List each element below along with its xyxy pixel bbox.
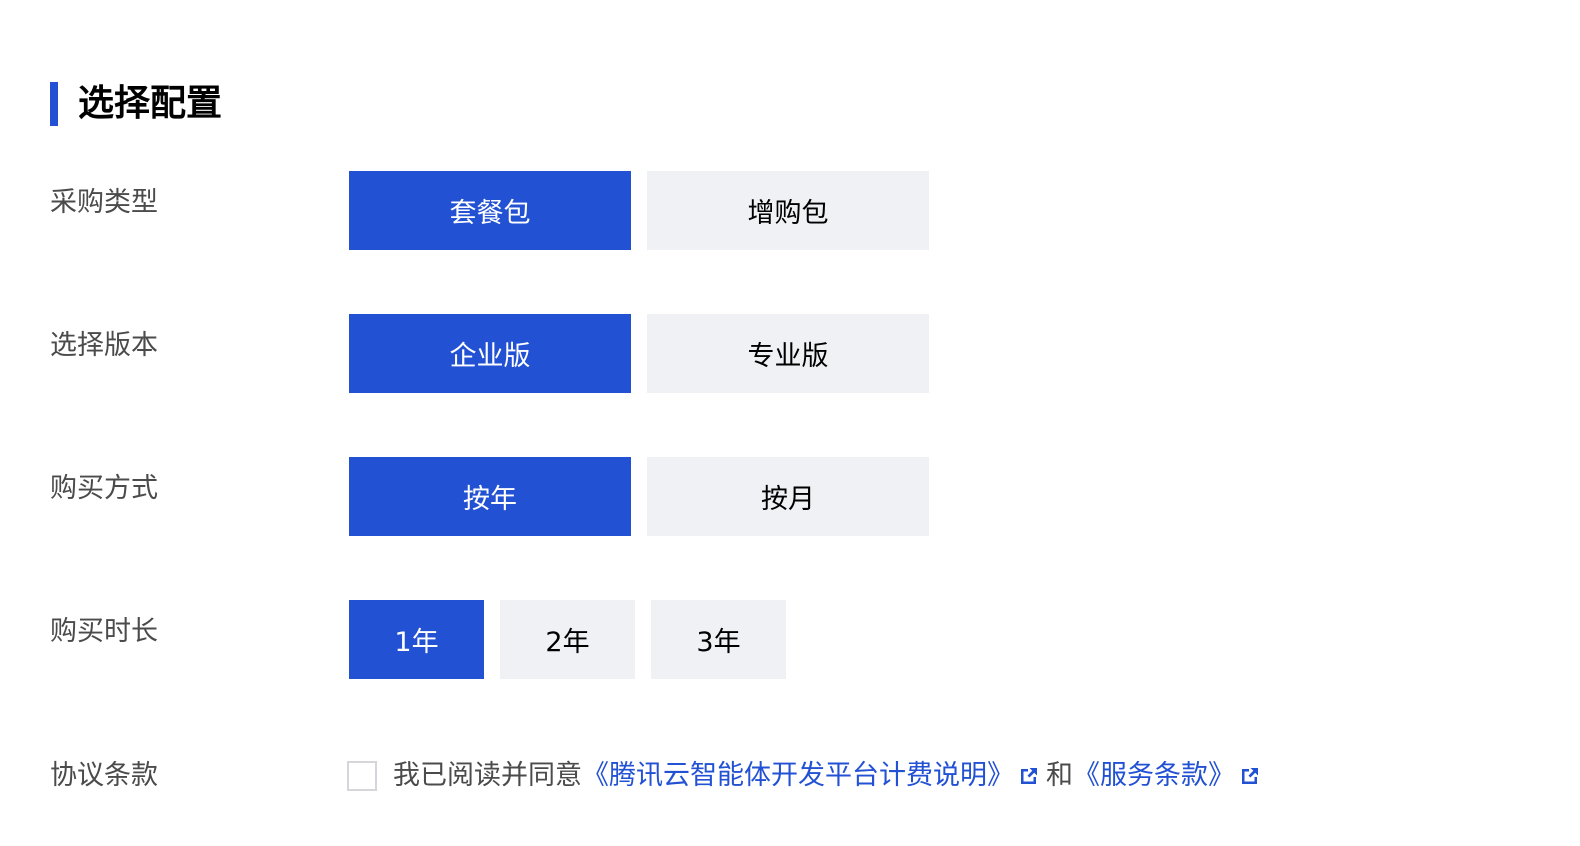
config-page: 选择配置 采购类型 套餐包 增购包 选择版本 企业版 专业版 购买方式 按年 按… bbox=[0, 0, 1580, 846]
duration-option-2-years[interactable]: 2年 bbox=[500, 600, 635, 679]
billing-description-link[interactable]: 《腾讯云智能体开发平台计费说明》 bbox=[582, 756, 1014, 796]
section-header: 选择配置 bbox=[50, 82, 222, 126]
agreement-row: 协议条款 我已阅读并同意 《腾讯云智能体开发平台计费说明》 和 《服务条款》 bbox=[0, 756, 1580, 796]
external-link-icon[interactable] bbox=[1018, 765, 1040, 787]
agreement-prefix-text: 我已阅读并同意 bbox=[393, 760, 582, 791]
agreement-label: 协议条款 bbox=[50, 760, 158, 791]
terms-of-service-link[interactable]: 《服务条款》 bbox=[1073, 756, 1235, 796]
billing-mode-option-monthly[interactable]: 按月 bbox=[647, 457, 929, 536]
purchase-type-option-addon[interactable]: 增购包 bbox=[647, 171, 929, 250]
billing-mode-options: 按年 按月 bbox=[349, 457, 929, 536]
edition-label: 选择版本 bbox=[50, 330, 158, 361]
agreement-conjunction-text: 和 bbox=[1046, 760, 1073, 791]
section-title: 选择配置 bbox=[78, 83, 223, 124]
duration-option-3-years[interactable]: 3年 bbox=[651, 600, 786, 679]
purchase-type-option-package[interactable]: 套餐包 bbox=[349, 171, 631, 250]
duration-options: 1年 2年 3年 bbox=[349, 600, 786, 679]
billing-mode-label: 购买方式 bbox=[50, 473, 158, 504]
duration-label: 购买时长 bbox=[50, 616, 158, 647]
billing-mode-option-yearly[interactable]: 按年 bbox=[349, 457, 631, 536]
external-link-icon[interactable] bbox=[1239, 765, 1261, 787]
duration-row: 购买时长 1年 2年 3年 bbox=[0, 600, 1580, 680]
purchase-type-label: 采购类型 bbox=[50, 187, 158, 218]
edition-option-professional[interactable]: 专业版 bbox=[647, 314, 929, 393]
section-title-accent-bar bbox=[50, 82, 58, 126]
edition-options: 企业版 专业版 bbox=[349, 314, 929, 393]
duration-option-1-year[interactable]: 1年 bbox=[349, 600, 484, 679]
edition-row: 选择版本 企业版 专业版 bbox=[0, 314, 1580, 394]
purchase-type-row: 采购类型 套餐包 增购包 bbox=[0, 171, 1580, 251]
billing-mode-row: 购买方式 按年 按月 bbox=[0, 457, 1580, 537]
purchase-type-options: 套餐包 增购包 bbox=[349, 171, 929, 250]
edition-option-enterprise[interactable]: 企业版 bbox=[349, 314, 631, 393]
agreement-content: 我已阅读并同意 《腾讯云智能体开发平台计费说明》 和 《服务条款》 bbox=[347, 756, 1267, 796]
agreement-checkbox[interactable] bbox=[347, 761, 377, 791]
